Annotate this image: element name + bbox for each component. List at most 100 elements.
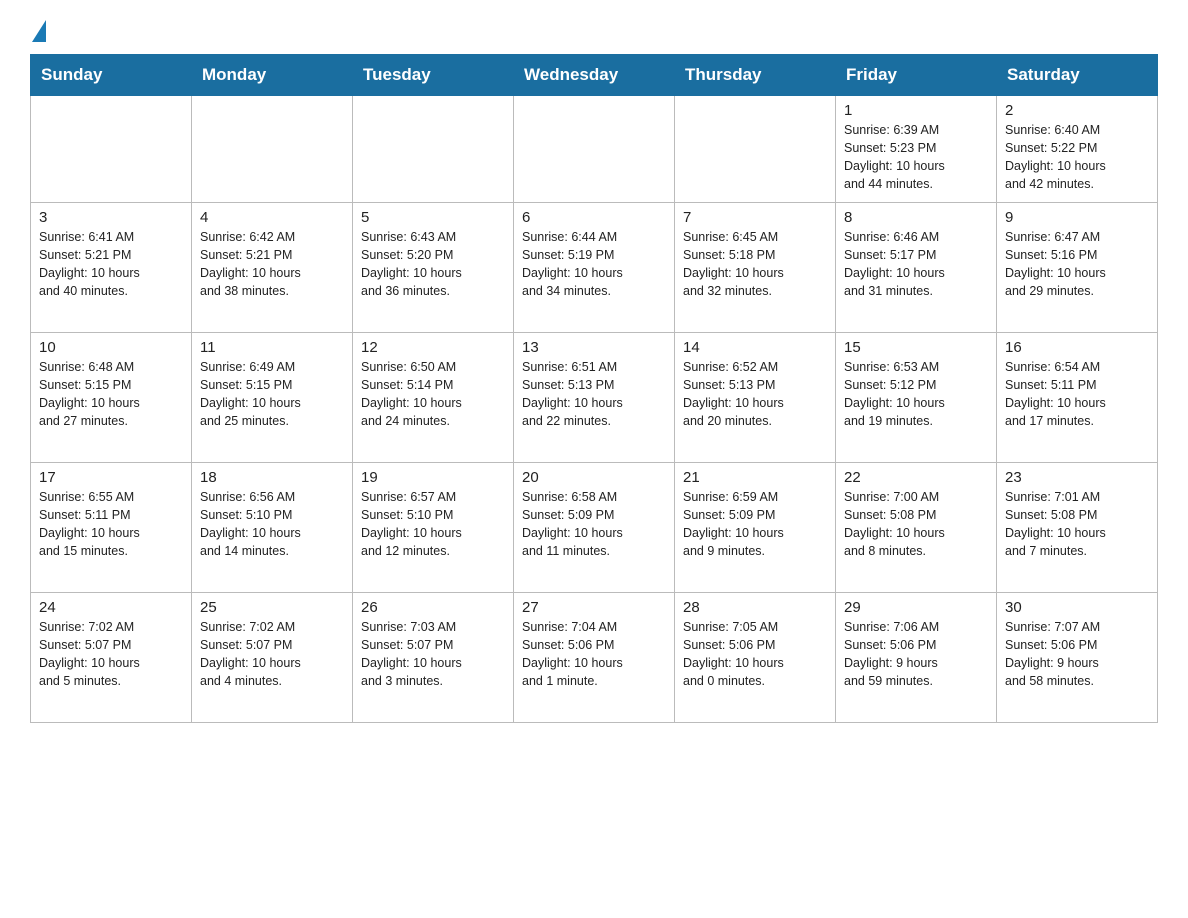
weekday-header-tuesday: Tuesday xyxy=(353,55,514,96)
day-info: Sunrise: 6:48 AM Sunset: 5:15 PM Dayligh… xyxy=(39,358,183,431)
day-number: 22 xyxy=(844,469,988,486)
logo-triangle-icon xyxy=(32,20,46,42)
day-number: 21 xyxy=(683,469,827,486)
calendar-cell: 26 Sunrise: 7:03 AM Sunset: 5:07 PM Dayli… xyxy=(353,592,514,722)
day-info: Sunrise: 7:05 AM Sunset: 5:06 PM Dayligh… xyxy=(683,618,827,691)
day-info: Sunrise: 6:49 AM Sunset: 5:15 PM Dayligh… xyxy=(200,358,344,431)
week-row-2: 3 Sunrise: 6:41 AM Sunset: 5:21 PM Daylig… xyxy=(31,202,1158,332)
day-number: 2 xyxy=(1005,102,1149,119)
day-number: 26 xyxy=(361,599,505,616)
calendar-cell: 12Sunrise: 6:50 AM Sunset: 5:14 PM Dayli… xyxy=(353,332,514,462)
calendar-table: SundayMondayTuesdayWednesdayThursdayFrid… xyxy=(30,54,1158,723)
day-info: Sunrise: 6:42 AM Sunset: 5:21 PM Dayligh… xyxy=(200,228,344,301)
day-number: 16 xyxy=(1005,339,1149,356)
calendar-cell: 16 Sunrise: 6:54 AM Sunset: 5:11 PM Dayli… xyxy=(997,332,1158,462)
day-info: Sunrise: 6:54 AM Sunset: 5:11 PM Dayligh… xyxy=(1005,358,1149,431)
day-number: 4 xyxy=(200,209,344,226)
logo xyxy=(30,20,48,38)
day-number: 20 xyxy=(522,469,666,486)
day-number: 10 xyxy=(39,339,183,356)
day-number: 3 xyxy=(39,209,183,226)
day-number: 15 xyxy=(844,339,988,356)
day-info: Sunrise: 7:02 AM Sunset: 5:07 PM Dayligh… xyxy=(200,618,344,691)
day-info: Sunrise: 6:46 AM Sunset: 5:17 PM Dayligh… xyxy=(844,228,988,301)
day-info: Sunrise: 6:40 AM Sunset: 5:22 PM Dayligh… xyxy=(1005,121,1149,194)
calendar-cell: 19Sunrise: 6:57 AM Sunset: 5:10 PM Dayli… xyxy=(353,462,514,592)
week-row-5: 24 Sunrise: 7:02 AM Sunset: 5:07 PM Dayli… xyxy=(31,592,1158,722)
calendar-cell xyxy=(675,96,836,203)
calendar-cell: 2 Sunrise: 6:40 AM Sunset: 5:22 PM Daylig… xyxy=(997,96,1158,203)
calendar-cell: 24 Sunrise: 7:02 AM Sunset: 5:07 PM Dayli… xyxy=(31,592,192,722)
day-number: 30 xyxy=(1005,599,1149,616)
day-number: 23 xyxy=(1005,469,1149,486)
calendar-cell: 29Sunrise: 7:06 AM Sunset: 5:06 PM Dayli… xyxy=(836,592,997,722)
weekday-header-friday: Friday xyxy=(836,55,997,96)
day-info: Sunrise: 6:52 AM Sunset: 5:13 PM Dayligh… xyxy=(683,358,827,431)
weekday-header-wednesday: Wednesday xyxy=(514,55,675,96)
day-number: 25 xyxy=(200,599,344,616)
day-number: 17 xyxy=(39,469,183,486)
calendar-cell: 27 Sunrise: 7:04 AM Sunset: 5:06 PM Dayli… xyxy=(514,592,675,722)
day-info: Sunrise: 6:44 AM Sunset: 5:19 PM Dayligh… xyxy=(522,228,666,301)
day-info: Sunrise: 7:01 AM Sunset: 5:08 PM Dayligh… xyxy=(1005,488,1149,561)
day-number: 1 xyxy=(844,102,988,119)
page-header xyxy=(30,20,1158,38)
calendar-cell: 9 Sunrise: 6:47 AM Sunset: 5:16 PM Daylig… xyxy=(997,202,1158,332)
calendar-cell: 18 Sunrise: 6:56 AM Sunset: 5:10 PM Dayli… xyxy=(192,462,353,592)
day-info: Sunrise: 6:43 AM Sunset: 5:20 PM Dayligh… xyxy=(361,228,505,301)
calendar-cell: 22 Sunrise: 7:00 AM Sunset: 5:08 PM Dayli… xyxy=(836,462,997,592)
calendar-cell: 6 Sunrise: 6:44 AM Sunset: 5:19 PM Daylig… xyxy=(514,202,675,332)
week-row-1: 1 Sunrise: 6:39 AM Sunset: 5:23 PM Daylig… xyxy=(31,96,1158,203)
calendar-cell xyxy=(353,96,514,203)
day-info: Sunrise: 7:03 AM Sunset: 5:07 PM Dayligh… xyxy=(361,618,505,691)
week-row-4: 17 Sunrise: 6:55 AM Sunset: 5:11 PM Dayli… xyxy=(31,462,1158,592)
day-info: Sunrise: 6:39 AM Sunset: 5:23 PM Dayligh… xyxy=(844,121,988,194)
day-number: 27 xyxy=(522,599,666,616)
week-row-3: 10 Sunrise: 6:48 AM Sunset: 5:15 PM Dayli… xyxy=(31,332,1158,462)
day-info: Sunrise: 6:55 AM Sunset: 5:11 PM Dayligh… xyxy=(39,488,183,561)
day-info: Sunrise: 6:41 AM Sunset: 5:21 PM Dayligh… xyxy=(39,228,183,301)
day-info: Sunrise: 6:47 AM Sunset: 5:16 PM Dayligh… xyxy=(1005,228,1149,301)
calendar-cell: 11Sunrise: 6:49 AM Sunset: 5:15 PM Dayli… xyxy=(192,332,353,462)
day-info: Sunrise: 6:45 AM Sunset: 5:18 PM Dayligh… xyxy=(683,228,827,301)
day-number: 18 xyxy=(200,469,344,486)
day-number: 24 xyxy=(39,599,183,616)
day-info: Sunrise: 6:50 AM Sunset: 5:14 PM Dayligh… xyxy=(361,358,505,431)
day-number: 6 xyxy=(522,209,666,226)
day-number: 14 xyxy=(683,339,827,356)
day-info: Sunrise: 7:00 AM Sunset: 5:08 PM Dayligh… xyxy=(844,488,988,561)
day-info: Sunrise: 7:06 AM Sunset: 5:06 PM Dayligh… xyxy=(844,618,988,691)
calendar-cell: 13Sunrise: 6:51 AM Sunset: 5:13 PM Dayli… xyxy=(514,332,675,462)
calendar-cell: 23 Sunrise: 7:01 AM Sunset: 5:08 PM Dayli… xyxy=(997,462,1158,592)
calendar-cell: 14 Sunrise: 6:52 AM Sunset: 5:13 PM Dayli… xyxy=(675,332,836,462)
calendar-cell: 15 Sunrise: 6:53 AM Sunset: 5:12 PM Dayli… xyxy=(836,332,997,462)
weekday-header-sunday: Sunday xyxy=(31,55,192,96)
day-info: Sunrise: 6:53 AM Sunset: 5:12 PM Dayligh… xyxy=(844,358,988,431)
weekday-header-thursday: Thursday xyxy=(675,55,836,96)
day-number: 28 xyxy=(683,599,827,616)
calendar-cell: 30Sunrise: 7:07 AM Sunset: 5:06 PM Dayli… xyxy=(997,592,1158,722)
day-info: Sunrise: 6:58 AM Sunset: 5:09 PM Dayligh… xyxy=(522,488,666,561)
weekday-header-row: SundayMondayTuesdayWednesdayThursdayFrid… xyxy=(31,55,1158,96)
calendar-cell: 21 Sunrise: 6:59 AM Sunset: 5:09 PM Dayli… xyxy=(675,462,836,592)
calendar-cell xyxy=(192,96,353,203)
day-info: Sunrise: 6:59 AM Sunset: 5:09 PM Dayligh… xyxy=(683,488,827,561)
day-number: 19 xyxy=(361,469,505,486)
day-info: Sunrise: 6:56 AM Sunset: 5:10 PM Dayligh… xyxy=(200,488,344,561)
day-number: 9 xyxy=(1005,209,1149,226)
calendar-cell: 17 Sunrise: 6:55 AM Sunset: 5:11 PM Dayli… xyxy=(31,462,192,592)
calendar-cell: 28 Sunrise: 7:05 AM Sunset: 5:06 PM Dayli… xyxy=(675,592,836,722)
calendar-cell: 20 Sunrise: 6:58 AM Sunset: 5:09 PM Dayli… xyxy=(514,462,675,592)
weekday-header-monday: Monday xyxy=(192,55,353,96)
day-info: Sunrise: 7:02 AM Sunset: 5:07 PM Dayligh… xyxy=(39,618,183,691)
day-number: 7 xyxy=(683,209,827,226)
day-info: Sunrise: 7:04 AM Sunset: 5:06 PM Dayligh… xyxy=(522,618,666,691)
calendar-cell: 4 Sunrise: 6:42 AM Sunset: 5:21 PM Daylig… xyxy=(192,202,353,332)
calendar-cell: 7 Sunrise: 6:45 AM Sunset: 5:18 PM Daylig… xyxy=(675,202,836,332)
logo-text xyxy=(30,20,48,42)
day-info: Sunrise: 6:51 AM Sunset: 5:13 PM Dayligh… xyxy=(522,358,666,431)
day-number: 5 xyxy=(361,209,505,226)
calendar-cell: 3 Sunrise: 6:41 AM Sunset: 5:21 PM Daylig… xyxy=(31,202,192,332)
calendar-cell: 25 Sunrise: 7:02 AM Sunset: 5:07 PM Dayli… xyxy=(192,592,353,722)
calendar-cell xyxy=(31,96,192,203)
